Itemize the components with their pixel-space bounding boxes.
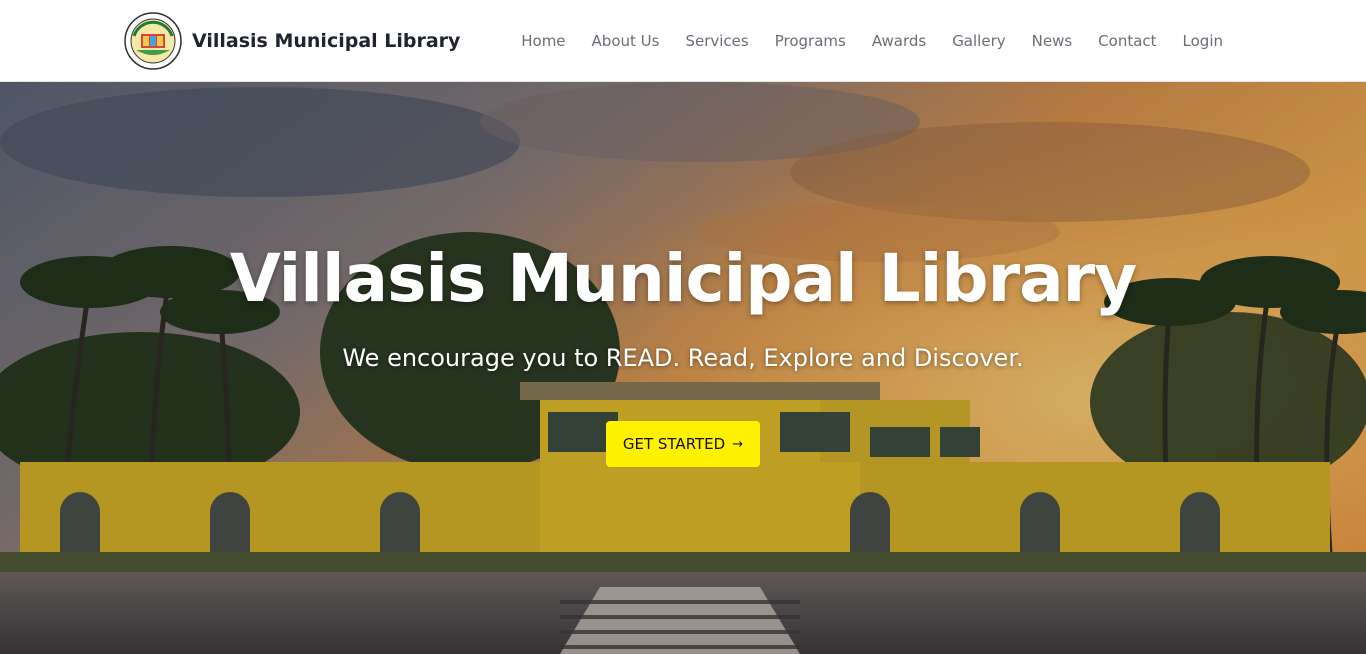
hero-title: Villasis Municipal Library [229, 240, 1137, 317]
nav-programs[interactable]: Programs [762, 0, 859, 82]
brand-name: Villasis Municipal Library [192, 30, 461, 52]
nav-about-us[interactable]: About Us [579, 0, 673, 82]
hero-content: Villasis Municipal Library We encourage … [0, 82, 1366, 654]
site-header: Villasis Municipal Library Home About Us… [0, 0, 1366, 82]
nav-gallery[interactable]: Gallery [939, 0, 1018, 82]
nav-awards[interactable]: Awards [859, 0, 939, 82]
arrow-right-icon: → [732, 436, 744, 452]
nav-news[interactable]: News [1019, 0, 1086, 82]
hero-section: Villasis Municipal Library We encourage … [0, 82, 1366, 654]
hero-subtitle: We encourage you to READ. Read, Explore … [342, 344, 1024, 372]
nav-home[interactable]: Home [508, 0, 578, 82]
nav-contact[interactable]: Contact [1085, 0, 1169, 82]
municipal-library-seal-icon [124, 12, 182, 70]
brand-link[interactable]: Villasis Municipal Library [124, 12, 461, 70]
main-nav: Home About Us Services Programs Awards G… [508, 0, 1223, 82]
get-started-label: GET STARTED [622, 435, 726, 453]
nav-login[interactable]: Login [1170, 0, 1223, 82]
get-started-button[interactable]: GET STARTED → [606, 421, 760, 467]
nav-services[interactable]: Services [672, 0, 761, 82]
